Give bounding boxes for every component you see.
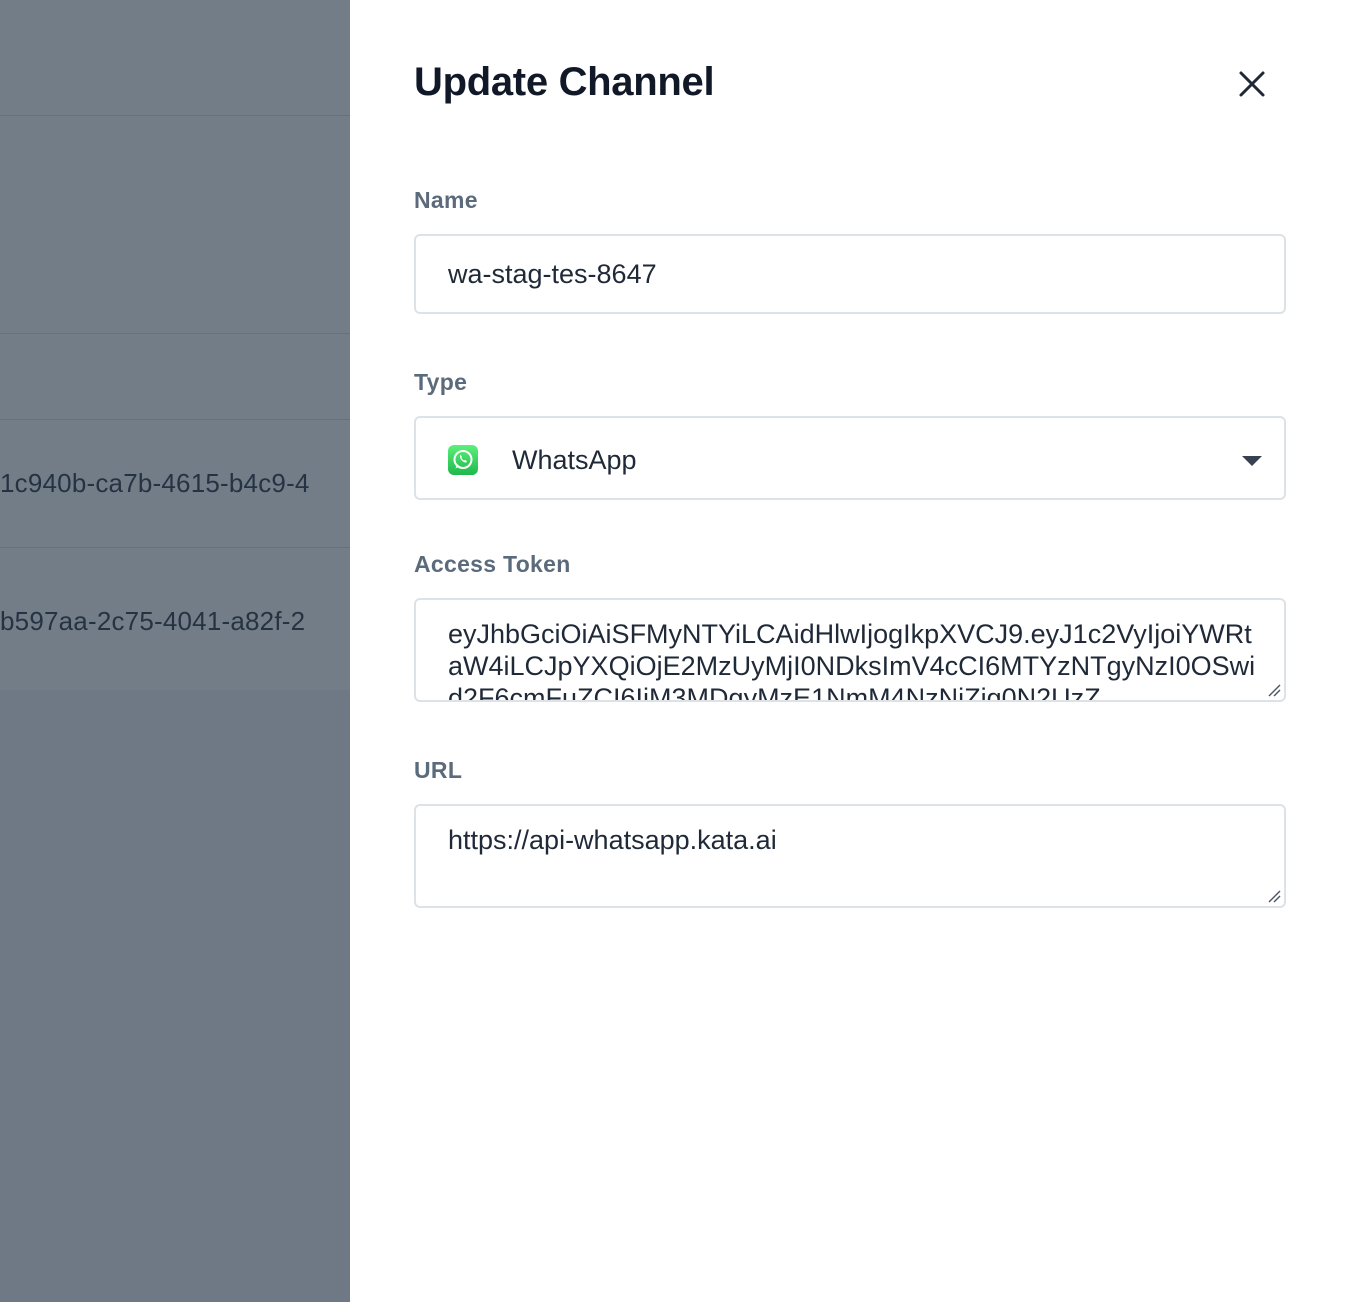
access-token-label: Access Token [414, 551, 571, 577]
drawer-title: Update Channel [414, 60, 715, 104]
url-label: URL [414, 757, 463, 783]
type-label: Type [414, 369, 468, 395]
type-select-value: WhatsApp [512, 445, 637, 475]
app-root: 1c940b-ca7b-4615-b4c9-4 b597aa-2c75-4041… [0, 0, 1350, 1302]
close-icon [1239, 71, 1265, 97]
access-token-value: eyJhbGciOiAiSFMyNTYiLCAidHlwIjogIkpXVCJ9… [448, 619, 1256, 702]
whatsapp-icon [448, 445, 478, 475]
update-channel-drawer: Update Channel Name Type [350, 0, 1350, 1302]
url-value: https://api-whatsapp.kata.ai [448, 825, 777, 855]
chevron-down-icon [1242, 456, 1262, 466]
resize-handle-icon[interactable] [1266, 888, 1282, 904]
close-button[interactable] [1230, 62, 1274, 106]
type-select[interactable]: WhatsApp [414, 416, 1286, 500]
name-input[interactable] [414, 234, 1286, 314]
resize-handle-icon[interactable] [1266, 682, 1282, 698]
url-textarea[interactable]: https://api-whatsapp.kata.ai [414, 804, 1286, 908]
name-label: Name [414, 187, 478, 213]
access-token-textarea[interactable]: eyJhbGciOiAiSFMyNTYiLCAidHlwIjogIkpXVCJ9… [414, 598, 1286, 702]
